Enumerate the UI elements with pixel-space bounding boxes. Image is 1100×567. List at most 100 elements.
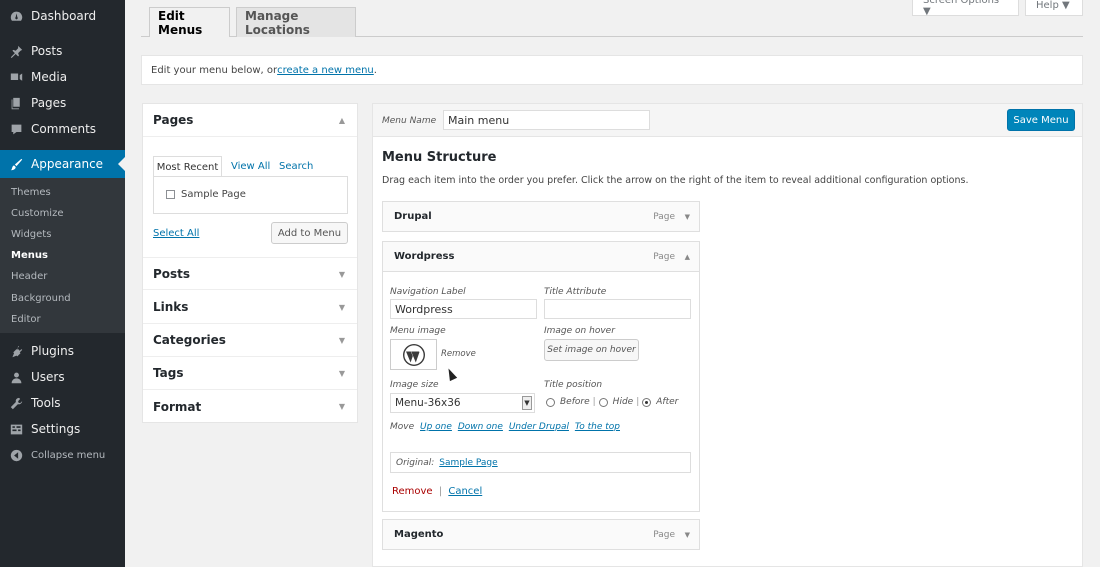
select-all-link[interactable]: Select All [153, 228, 199, 239]
menu-name-input[interactable]: Main menu [443, 110, 650, 130]
collapse-menu-button[interactable]: Collapse menu [0, 446, 125, 464]
navigation-label-label: Navigation Label [390, 287, 466, 297]
title-attribute-input[interactable] [544, 299, 691, 319]
sidebar-item-posts[interactable]: Posts [0, 41, 125, 61]
set-image-on-hover-button[interactable]: Set image on hover [544, 339, 639, 361]
separator: | [592, 397, 596, 407]
menu-image-label: Menu image [390, 326, 446, 336]
sidebar-item-label: Plugins [31, 344, 74, 358]
separator: | [438, 486, 443, 497]
notice-end: . [373, 64, 377, 76]
chevron-down-icon: ▼ [338, 270, 345, 279]
media-icon [9, 70, 23, 84]
menu-item-magento[interactable]: Magento Page ▼ [382, 519, 700, 550]
sidebar-item-label: Users [31, 370, 65, 384]
tab-search[interactable]: Search [279, 156, 313, 177]
separator: | [636, 397, 640, 407]
help-button[interactable]: Help ▼ [1025, 0, 1083, 16]
sidebar-item-label: Posts [31, 44, 63, 58]
submenu-item-widgets[interactable]: Widgets [11, 229, 51, 240]
manage-menus-notice: Edit your menu below, or create a new me… [141, 55, 1083, 85]
move-links: Move Up one Down one Under Drupal To the… [390, 422, 620, 432]
radio-label: Before [560, 397, 590, 407]
move-to-top-link[interactable]: To the top [575, 422, 620, 432]
submenu-item-background[interactable]: Background [11, 293, 71, 304]
accordion-title: Links [153, 300, 189, 314]
accordion-tags-header[interactable]: Tags ▼ [143, 357, 357, 390]
image-size-select[interactable]: Menu-36x36 ▼ [390, 393, 535, 413]
sidebar-item-tools[interactable]: Tools [0, 393, 125, 413]
cancel-link[interactable]: Cancel [448, 486, 482, 497]
tab-edit-menus[interactable]: Edit Menus [149, 7, 230, 37]
accordion-title: Tags [153, 366, 184, 380]
sidebar-item-pages[interactable]: Pages [0, 93, 125, 113]
menu-header: Menu Name Main menu Save Menu [373, 104, 1082, 137]
save-menu-button[interactable]: Save Menu [1007, 109, 1075, 131]
pages-checklist: Sample Page [153, 176, 348, 214]
accordion-posts-header[interactable]: Posts ▼ [143, 257, 357, 290]
screen-options-button[interactable]: Screen Options ▼ [912, 0, 1019, 17]
selected-image-size: Menu-36x36 [395, 397, 461, 409]
menu-item-title: Wordpress [394, 251, 455, 262]
accordion-categories-header[interactable]: Categories ▼ [143, 324, 357, 357]
sidebar-item-media[interactable]: Media [0, 67, 125, 87]
original-page-link[interactable]: Sample Page [439, 458, 497, 468]
menu-item-wordpress[interactable]: Wordpress Page ▲ [382, 241, 700, 272]
sidebar-item-dashboard[interactable]: Dashboard [0, 6, 125, 26]
menu-item-drupal[interactable]: Drupal Page ▼ [382, 201, 700, 232]
submenu-item-customize[interactable]: Customize [11, 208, 64, 219]
accordion-title: Pages [153, 113, 194, 127]
accordion-links-header[interactable]: Links ▼ [143, 291, 357, 324]
chevron-down-icon: ▼ [338, 336, 345, 345]
move-down-one-link[interactable]: Down one [458, 422, 503, 432]
collapse-menu-label: Collapse menu [31, 449, 106, 461]
move-label: Move [390, 422, 415, 432]
chevron-down-icon: ▼ [338, 402, 345, 411]
sidebar-item-users[interactable]: Users [0, 367, 125, 387]
submenu-item-themes[interactable]: Themes [11, 187, 51, 198]
submenu-item-menus[interactable]: Menus [11, 250, 48, 261]
move-up-one-link[interactable]: Up one [420, 422, 452, 432]
checkbox-label: Sample Page [181, 189, 246, 200]
tab-most-recent[interactable]: Most Recent [153, 156, 222, 177]
comments-icon [9, 122, 23, 136]
radio-label: Hide [612, 397, 634, 407]
position-hide-radio[interactable] [598, 397, 608, 407]
menu-name-label: Menu Name [382, 116, 437, 126]
sidebar-item-plugins[interactable]: Plugins [0, 341, 125, 361]
sidebar-item-label: Appearance [31, 157, 104, 171]
position-before-radio[interactable] [546, 397, 555, 407]
navigation-label-input[interactable]: Wordpress [390, 299, 537, 319]
accordion-pages-header[interactable]: Pages ▲ [143, 104, 357, 137]
chevron-down-icon[interactable]: ▼ [685, 213, 690, 221]
sidebar-item-label: Comments [31, 122, 97, 136]
menu-management-panel: Menu Name Main menu Save Menu Menu Struc… [372, 103, 1083, 567]
sidebar-item-comments[interactable]: Comments [0, 119, 125, 139]
sidebar-item-label: Media [31, 70, 68, 84]
chevron-up-icon[interactable]: ▲ [685, 253, 690, 261]
sidebar-item-appearance[interactable]: Appearance [0, 150, 125, 178]
wrench-icon [9, 396, 23, 410]
create-new-menu-link[interactable]: create a new menu [277, 65, 374, 76]
accordion-format-header[interactable]: Format ▼ [143, 390, 357, 423]
notice-text: Edit your menu below, or [151, 64, 278, 76]
remove-image-link[interactable]: Remove [441, 349, 476, 359]
tab-view-all[interactable]: View All [231, 156, 270, 177]
move-under-drupal-link[interactable]: Under Drupal [509, 422, 569, 432]
menu-item-type: Page [653, 211, 675, 222]
image-on-hover-label: Image on hover [544, 326, 615, 336]
submenu-item-editor[interactable]: Editor [11, 314, 41, 325]
submenu-item-header[interactable]: Header [11, 271, 47, 282]
menu-image-preview[interactable] [390, 339, 437, 370]
remove-item-link[interactable]: Remove [392, 486, 433, 497]
sidebar-item-settings[interactable]: Settings [0, 419, 125, 439]
sample-page-checkbox[interactable] [166, 190, 175, 199]
dropdown-arrow-icon: ▼ [522, 396, 532, 410]
tab-manage-locations[interactable]: Manage Locations [236, 7, 356, 37]
original-label: Original: [396, 457, 435, 468]
add-to-menu-button[interactable]: Add to Menu [271, 222, 348, 244]
chevron-down-icon: ▼ [338, 303, 345, 312]
chevron-down-icon: ▼ [338, 369, 345, 378]
position-after-radio[interactable] [642, 397, 652, 407]
chevron-down-icon[interactable]: ▼ [685, 531, 690, 539]
